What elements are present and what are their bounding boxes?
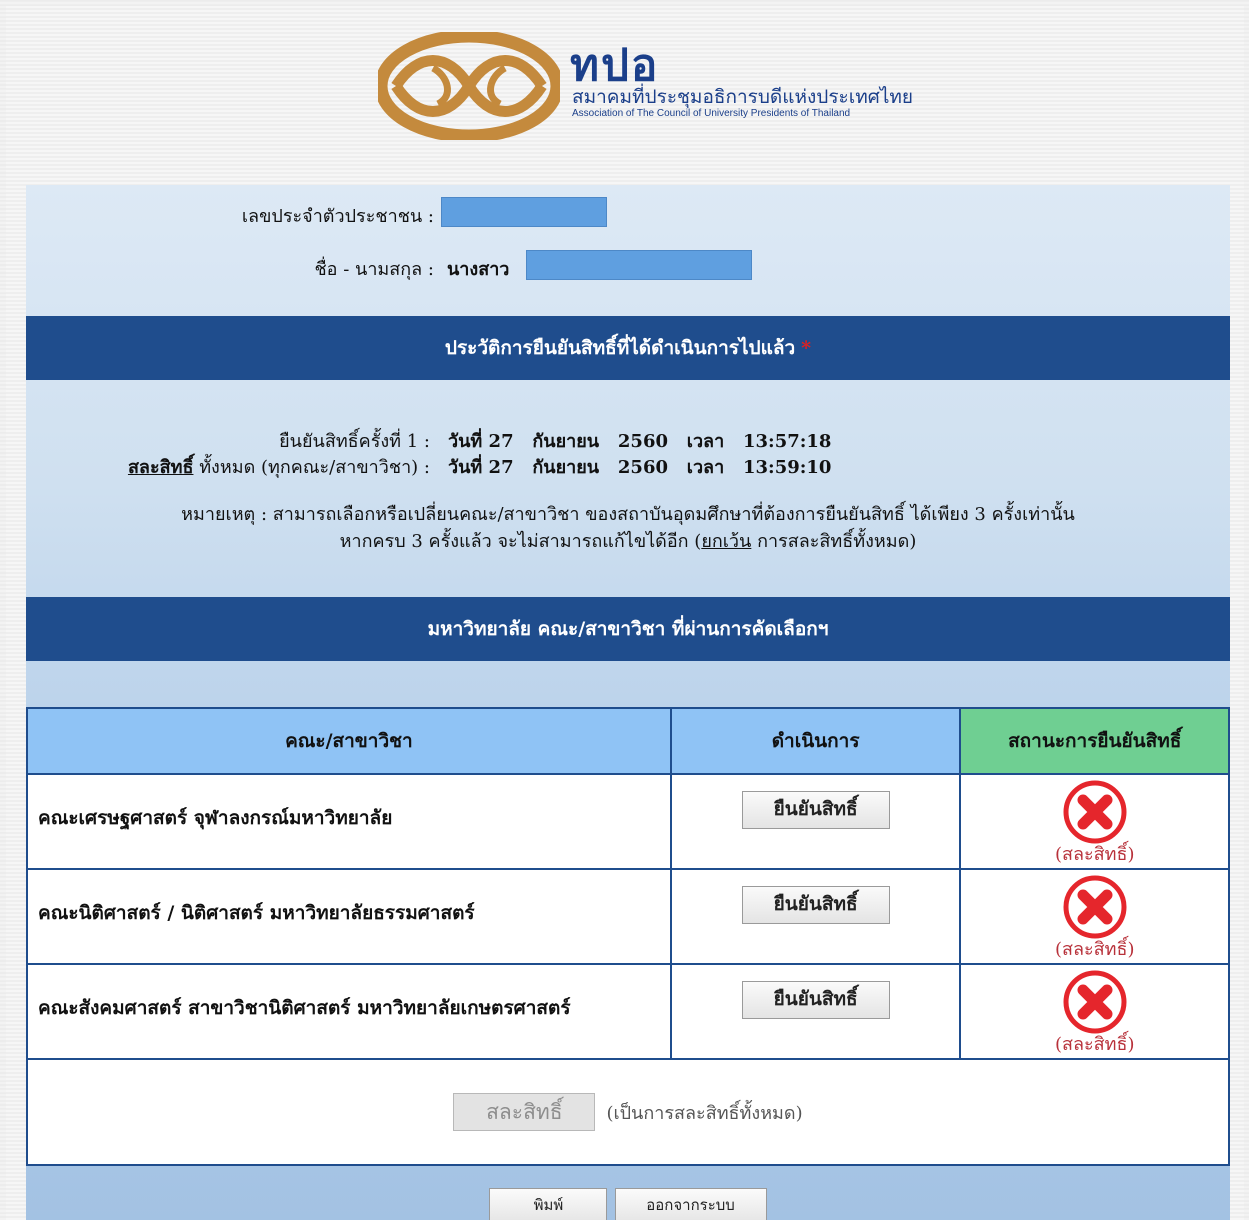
action-cell: ยืนยันสิทธิ์ bbox=[669, 868, 962, 965]
selection-title: มหาวิทยาลัย คณะ/สาขาวิชา ที่ผ่านการคัดเล… bbox=[427, 618, 829, 640]
waived-status-label: (สละสิทธิ์) bbox=[1054, 844, 1135, 865]
status-cell: (สละสิทธิ์) bbox=[959, 773, 1230, 870]
waive-all-cell: สละสิทธิ์ (เป็นการสละสิทธิ์ทั้งหมด) bbox=[26, 1058, 1230, 1166]
name-row: ชื่อ - นามสกุล : นางสาว bbox=[26, 250, 1230, 284]
column-status: สถานะการยืนยันสิทธิ์ bbox=[959, 707, 1230, 775]
status-cell: (สละสิทธิ์) bbox=[959, 963, 1230, 1060]
logo-english-name: Association of The Council of University… bbox=[572, 108, 851, 119]
note-line-2: หากครบ 3 ครั้งแล้ว จะไม่สามารถแก้ไขได้อี… bbox=[339, 531, 917, 552]
confirm-button[interactable]: ยืนยันสิทธิ์ bbox=[741, 791, 890, 829]
confirm-history-label: ยืนยันสิทธิ์ครั้งที่ 1 : bbox=[279, 431, 430, 452]
footer-buttons: พิมพ์ ออกจากระบบ bbox=[26, 1188, 1230, 1220]
id-redacted-field bbox=[441, 197, 607, 227]
action-cell: ยืนยันสิทธิ์ bbox=[669, 963, 962, 1060]
cancel-x-icon bbox=[1063, 780, 1127, 844]
waived-status-label: (สละสิทธิ์) bbox=[1054, 1034, 1135, 1055]
faculty-table: คณะ/สาขาวิชา ดำเนินการ สถานะการยืนยันสิท… bbox=[26, 707, 1230, 1166]
required-mark: * bbox=[801, 337, 812, 359]
waive-all-note: (เป็นการสละสิทธิ์ทั้งหมด) bbox=[606, 1102, 803, 1124]
faculty-name: คณะสังคมศาสตร์ สาขาวิชานิติศาสตร์ มหาวิท… bbox=[26, 963, 672, 1060]
confirm-button[interactable]: ยืนยันสิทธิ์ bbox=[741, 886, 890, 924]
selection-section-header: มหาวิทยาลัย คณะ/สาขาวิชา ที่ผ่านการคัดเล… bbox=[26, 597, 1230, 661]
history-title: ประวัติการยืนยันสิทธิ์ที่ได้ดำเนินการไปแ… bbox=[444, 337, 796, 359]
waive-history-value: วันที่ 27 กันยายน 2560 เวลา 13:59:10 bbox=[448, 457, 832, 478]
id-row: เลขประจำตัวประชาชน : bbox=[26, 197, 1230, 231]
waive-all-row: สละสิทธิ์ (เป็นการสละสิทธิ์ทั้งหมด) bbox=[26, 1058, 1230, 1166]
table-row: คณะเศรษฐศาสตร์ จุฬาลงกรณ์มหาวิทยาลัย ยืน… bbox=[26, 773, 1230, 870]
logo-emblem-icon bbox=[378, 32, 560, 140]
waive-history-word: สละสิทธิ์ bbox=[127, 457, 194, 478]
confirm-history-value: วันที่ 27 กันยายน 2560 เวลา 13:57:18 bbox=[448, 431, 832, 452]
print-button[interactable]: พิมพ์ bbox=[489, 1188, 608, 1220]
column-faculty: คณะ/สาขาวิชา bbox=[26, 707, 672, 775]
confirm-button[interactable]: ยืนยันสิทธิ์ bbox=[741, 981, 890, 1019]
cancel-x-icon bbox=[1063, 970, 1127, 1034]
action-cell: ยืนยันสิทธิ์ bbox=[669, 773, 962, 870]
name-prefix: นางสาว bbox=[447, 259, 510, 280]
table-row: คณะนิติศาสตร์ / นิติศาสตร์ มหาวิทยาลัยธร… bbox=[26, 868, 1230, 965]
association-logo: ทปอ สมาคมที่ประชุมอธิการบดีแห่งประเทศไทย… bbox=[378, 30, 913, 145]
waived-status-label: (สละสิทธิ์) bbox=[1054, 939, 1135, 960]
name-label: ชื่อ - นามสกุล : bbox=[314, 259, 434, 280]
status-cell: (สละสิทธิ์) bbox=[959, 868, 1230, 965]
faculty-name: คณะเศรษฐศาสตร์ จุฬาลงกรณ์มหาวิทยาลัย bbox=[26, 773, 672, 870]
table-header-row: คณะ/สาขาวิชา ดำเนินการ สถานะการยืนยันสิท… bbox=[26, 707, 1230, 775]
logout-button[interactable]: ออกจากระบบ bbox=[614, 1188, 767, 1220]
name-redacted-field bbox=[526, 250, 752, 280]
table-row: คณะสังคมศาสตร์ สาขาวิชานิติศาสตร์ มหาวิท… bbox=[26, 963, 1230, 1060]
waive-history-label: สละสิทธิ์ ทั้งหมด (ทุกคณะ/สาขาวิชา) : bbox=[127, 457, 430, 478]
waive-all-button[interactable]: สละสิทธิ์ bbox=[453, 1093, 596, 1131]
history-section-header: ประวัติการยืนยันสิทธิ์ที่ได้ดำเนินการไปแ… bbox=[26, 316, 1230, 380]
main-panel: เลขประจำตัวประชาชน : ชื่อ - นามสกุล : นา… bbox=[26, 185, 1230, 1220]
note-line-1: หมายเหตุ : สามารถเลือกหรือเปลี่ยนคณะ/สาข… bbox=[181, 504, 1075, 525]
faculty-name: คณะนิติศาสตร์ / นิติศาสตร์ มหาวิทยาลัยธร… bbox=[26, 868, 672, 965]
cancel-x-icon bbox=[1063, 875, 1127, 939]
column-action: ดำเนินการ bbox=[669, 707, 962, 775]
id-label: เลขประจำตัวประชาชน : bbox=[241, 206, 434, 227]
note-text: หมายเหตุ : สามารถเลือกหรือเปลี่ยนคณะ/สาข… bbox=[26, 501, 1230, 555]
